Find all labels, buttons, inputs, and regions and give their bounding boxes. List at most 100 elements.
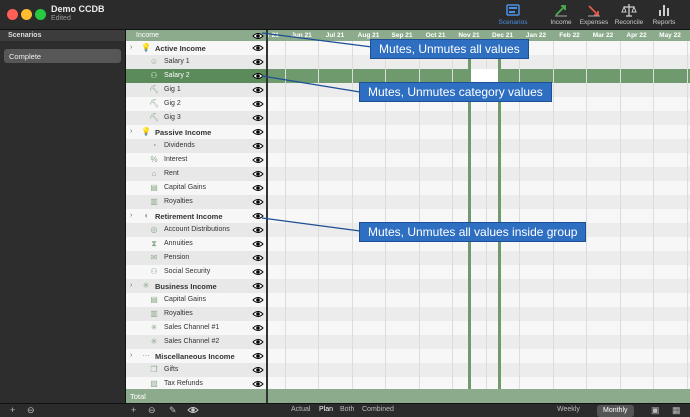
save-icon[interactable]: ▣ xyxy=(651,405,660,416)
category-row[interactable]: ✉ Pension xyxy=(126,251,266,265)
view-actual-tab[interactable]: Actual xyxy=(291,406,310,413)
book-icon: ▥ xyxy=(150,197,158,206)
disclosure-chevron-icon[interactable]: › xyxy=(130,212,132,219)
category-row[interactable]: ⛏ Gig 1 xyxy=(126,83,266,97)
disclosure-chevron-icon[interactable]: › xyxy=(130,282,132,289)
mute-toggle-eye-icon[interactable] xyxy=(252,198,264,206)
pickaxe-icon: ⛏ xyxy=(149,99,160,108)
category-row[interactable]: ⧗ Annuities xyxy=(126,237,266,251)
sidebar-item-complete[interactable]: Complete xyxy=(4,49,121,63)
reports-icon xyxy=(650,2,678,19)
toolbar-income-button[interactable]: Income xyxy=(546,2,576,28)
people-icon: ⚇ xyxy=(150,71,158,80)
mute-toggle-eye-icon[interactable] xyxy=(252,58,264,66)
disclosure-chevron-icon[interactable]: › xyxy=(130,128,132,135)
toolbar-reconcile-button[interactable]: Reconcile xyxy=(612,2,646,28)
period-monthly-tab[interactable]: Monthly xyxy=(597,405,634,417)
month-label: Feb 22 xyxy=(559,32,580,39)
mute-toggle-eye-icon[interactable] xyxy=(252,86,264,94)
category-label: Gifts xyxy=(164,366,179,373)
category-row[interactable]: ⛏ Gig 2 xyxy=(126,97,266,111)
grid-column-divider xyxy=(653,41,654,389)
category-group-row[interactable]: › ⋯ Miscellaneous Income xyxy=(126,349,266,363)
mute-toggle-eye-icon[interactable] xyxy=(252,212,264,220)
category-group-row[interactable]: › ◖ Retirement Income xyxy=(126,209,266,223)
category-group-row[interactable]: › ✳ Business Income xyxy=(126,279,266,293)
category-row[interactable]: % Interest xyxy=(126,153,266,167)
category-row[interactable]: ▥ Royalties xyxy=(126,307,266,321)
category-row[interactable]: ☺ Salary 1 xyxy=(126,55,266,69)
period-weekly-tab[interactable]: Weekly xyxy=(557,406,580,413)
mute-toggle-eye-icon[interactable] xyxy=(252,114,264,122)
mute-toggle-eye-icon[interactable] xyxy=(252,142,264,150)
mute-toggle-eye-icon[interactable] xyxy=(252,366,264,374)
month-label: May 21 xyxy=(268,32,279,39)
category-label: Sales Channel #2 xyxy=(164,338,220,345)
chart-icon: ▤ xyxy=(150,183,158,192)
category-row[interactable]: ▤ Capital Gains xyxy=(126,293,266,307)
gift-icon: ❐ xyxy=(150,365,158,374)
mute-toggle-eye-icon[interactable] xyxy=(252,268,264,276)
category-group-row[interactable]: › 💡 Active Income xyxy=(126,41,266,55)
category-row[interactable]: ✳ Sales Channel #2 xyxy=(126,335,266,349)
close-window-button[interactable] xyxy=(7,9,18,20)
view-combined-tab[interactable]: Combined xyxy=(362,406,394,413)
visibility-eye-icon[interactable] xyxy=(187,406,199,416)
expenses-icon xyxy=(578,2,610,19)
category-group-row[interactable]: › 💡 Passive Income xyxy=(126,125,266,139)
mute-toggle-eye-icon[interactable] xyxy=(252,44,264,52)
category-label: Active Income xyxy=(155,44,206,53)
selected-cell[interactable] xyxy=(471,69,498,83)
mute-toggle-eye-icon[interactable] xyxy=(252,170,264,178)
calendar-icon[interactable]: ▦ xyxy=(672,405,681,416)
remove-scenario-icon[interactable]: ⊖ xyxy=(27,405,35,416)
sidebar-header: Scenarios xyxy=(0,30,125,41)
mute-toggle-eye-icon[interactable] xyxy=(252,296,264,304)
category-row[interactable]: ⌂ Rent xyxy=(126,167,266,181)
disclosure-chevron-icon[interactable]: › xyxy=(130,352,132,359)
category-row[interactable]: ◔ Dividends xyxy=(126,139,266,153)
category-row[interactable]: ⚇ Social Security xyxy=(126,265,266,279)
view-both-tab[interactable]: Both xyxy=(340,406,354,413)
edit-pencil-icon[interactable]: ✎ xyxy=(169,405,177,416)
toolbar-expenses-button[interactable]: Expenses xyxy=(578,2,610,28)
toolbar-scenarios-button[interactable]: Scenarios xyxy=(496,2,530,28)
disclosure-chevron-icon[interactable]: › xyxy=(130,44,132,51)
category-label: Miscellaneous Income xyxy=(155,352,235,361)
mute-toggle-eye-icon[interactable] xyxy=(252,156,264,164)
mute-toggle-eye-icon[interactable] xyxy=(252,184,264,192)
category-row[interactable]: ⚇ Salary 2 xyxy=(126,69,266,83)
mute-toggle-eye-icon[interactable] xyxy=(252,100,264,108)
mute-toggle-eye-icon[interactable] xyxy=(252,72,264,80)
category-row[interactable]: ▥ Royalties xyxy=(126,195,266,209)
category-label: Dividends xyxy=(164,142,195,149)
month-label: Mar 22 xyxy=(592,32,614,39)
mute-toggle-eye-icon[interactable] xyxy=(252,310,264,318)
mute-toggle-eye-icon[interactable] xyxy=(252,254,264,262)
mute-all-eye-icon[interactable] xyxy=(252,32,264,40)
minimize-window-button[interactable] xyxy=(21,9,32,20)
add-category-icon[interactable]: + xyxy=(131,405,136,415)
mute-toggle-eye-icon[interactable] xyxy=(252,282,264,290)
piggy-bank-icon: ◖ xyxy=(143,211,149,220)
view-plan-tab[interactable]: Plan xyxy=(319,406,333,413)
category-row[interactable]: ▤ Capital Gains xyxy=(126,181,266,195)
category-row[interactable]: ✳ Sales Channel #1 xyxy=(126,321,266,335)
month-label: Sep 21 xyxy=(391,32,413,39)
toolbar-reports-button[interactable]: Reports xyxy=(650,2,678,28)
mute-toggle-eye-icon[interactable] xyxy=(252,240,264,248)
category-row[interactable]: ⛏ Gig 3 xyxy=(126,111,266,125)
category-label: Annuities xyxy=(164,240,193,247)
category-row[interactable]: ❐ Gifts xyxy=(126,363,266,377)
mute-toggle-eye-icon[interactable] xyxy=(252,352,264,360)
mute-toggle-eye-icon[interactable] xyxy=(252,226,264,234)
category-row[interactable]: ◎ Account Distributions xyxy=(126,223,266,237)
mute-toggle-eye-icon[interactable] xyxy=(252,338,264,346)
mute-toggle-eye-icon[interactable] xyxy=(252,324,264,332)
remove-category-icon[interactable]: ⊖ xyxy=(148,405,156,416)
maximize-window-button[interactable] xyxy=(35,9,46,20)
mute-toggle-eye-icon[interactable] xyxy=(252,128,264,136)
mute-toggle-eye-icon[interactable] xyxy=(252,380,264,388)
hourglass-icon: ⧗ xyxy=(151,239,157,248)
add-scenario-icon[interactable]: + xyxy=(10,405,15,415)
